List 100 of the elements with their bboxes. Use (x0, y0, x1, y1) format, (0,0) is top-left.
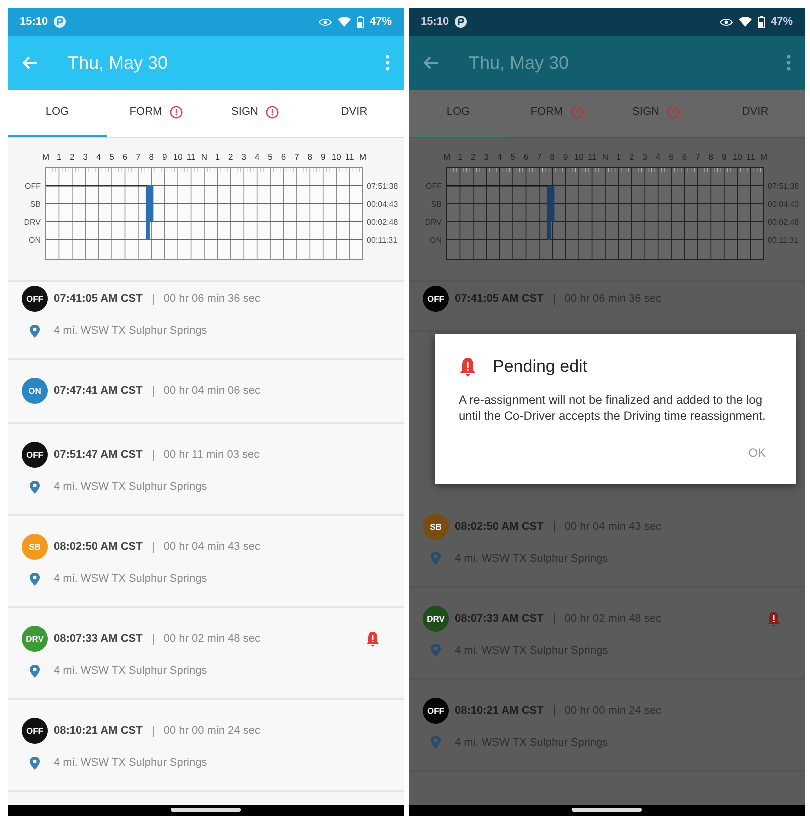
status-badge: DRV (22, 626, 48, 652)
hour-label: 3 (242, 152, 246, 162)
battery-percent: 47% (370, 14, 392, 30)
wifi-icon (738, 17, 752, 27)
more-options-icon[interactable] (787, 55, 791, 71)
location-pin-icon (30, 480, 40, 494)
hour-label: 6 (281, 152, 286, 162)
status-badge: OFF (22, 286, 48, 312)
hour-label: 4 (497, 152, 502, 162)
battery-percent: 47% (770, 14, 793, 30)
hour-label: 9 (564, 152, 568, 162)
hour-label: 9 (722, 152, 727, 162)
hour-label: 3 (484, 152, 489, 162)
hour-label: 2 (228, 152, 234, 162)
hour-label: M (443, 152, 451, 162)
dialog-title: Pending edit (493, 356, 588, 378)
status-badge: OFF (22, 718, 48, 744)
screen-title: Thu, May 30 (469, 52, 570, 75)
status-badge: ON (22, 378, 48, 404)
dialog-message: A re-assignment will not be finalized and added to the log until the Co-Driver accepts the Driving time reassignment. (459, 392, 767, 424)
hour-label: 11 (746, 152, 756, 162)
status-badge: SB (423, 514, 449, 540)
more-options-icon[interactable] (386, 55, 390, 71)
status-badge: SB (22, 534, 48, 560)
total-time: 00:04:43 (367, 200, 398, 209)
battery-icon (356, 16, 364, 28)
hour-label: 5 (268, 152, 273, 162)
hour-label: 4 (656, 152, 661, 162)
total-time: 00:02:48 (367, 218, 398, 227)
status-badge: OFF (423, 286, 449, 312)
hour-label: 6 (524, 152, 529, 162)
hour-label: 11 (588, 152, 597, 162)
status-badge: OFF (22, 442, 48, 468)
ok-button[interactable]: OK (742, 440, 772, 466)
status-time: 15:10 (421, 14, 450, 30)
hour-label: 11 (345, 152, 354, 162)
total-time: 07:51:38 (367, 182, 398, 191)
location-pin-icon (431, 736, 441, 750)
hour-label: 8 (308, 152, 313, 162)
hour-label: 7 (294, 152, 300, 162)
eye-icon (318, 18, 332, 26)
bell-alert-icon (459, 356, 477, 377)
home-indicator[interactable] (171, 808, 241, 812)
hour-label: 2 (70, 152, 75, 162)
battery-icon (758, 16, 765, 28)
hour-label: 10 (173, 152, 183, 162)
location-text: 4 mi. WSW TX Sulphur Springs (54, 664, 208, 679)
app-notification-icon (455, 16, 468, 28)
hour-label: M (359, 152, 367, 162)
hour-label: 4 (254, 152, 260, 162)
location-pin-icon (431, 644, 441, 658)
tab[interactable]: FORM (508, 90, 607, 137)
location-pin-icon (30, 664, 40, 678)
hour-label: 7 (136, 152, 141, 162)
back-arrow-icon[interactable] (423, 56, 439, 70)
tab[interactable]: FORM (107, 90, 206, 137)
hour-label: 1 (215, 152, 220, 162)
event-time: 08:02:50 AM CST (54, 540, 143, 555)
status-badge: OFF (423, 698, 449, 724)
hour-label: N (201, 152, 208, 162)
hour-label: 9 (321, 152, 326, 162)
event-duration: 00 hr 04 min 06 sec (164, 384, 260, 399)
hour-label: 5 (510, 152, 516, 162)
tab[interactable]: DVIR (706, 90, 805, 137)
event-time: 08:10:21 AM CST (455, 704, 544, 719)
hour-label: 7 (696, 152, 700, 162)
status-badge: DRV (423, 606, 449, 632)
wifi-icon (338, 17, 351, 27)
location-pin-icon (30, 324, 40, 338)
screen-title: Thu, May 30 (68, 52, 170, 75)
tab[interactable]: SIGN (206, 90, 305, 137)
event-time: 07:41:05 AM CST (455, 292, 544, 307)
hour-label: 1 (458, 152, 463, 162)
event-duration: 00 hr 06 min 36 sec (164, 292, 260, 307)
hour-label: 10 (574, 152, 584, 162)
event-time: 08:02:50 AM CST (455, 520, 544, 535)
hour-label: 11 (186, 152, 196, 162)
event-time: 08:10:21 AM CST (54, 724, 143, 739)
hour-label: N (602, 152, 609, 162)
tab[interactable]: DVIR (305, 90, 404, 137)
event-duration: 00 hr 02 min 48 sec (164, 632, 260, 647)
location-text: 4 mi. WSW TX Sulphur Springs (54, 572, 208, 587)
home-indicator[interactable] (572, 808, 642, 812)
hour-label: 8 (550, 152, 556, 162)
location-pin-icon (30, 756, 40, 770)
hour-label: 7 (537, 152, 542, 162)
hour-label: 1 (56, 152, 62, 162)
event-duration: 00 hr 04 min 43 sec (164, 540, 260, 555)
event-duration: 00 hr 11 min 03 sec (164, 448, 260, 463)
hour-label: 5 (669, 152, 674, 162)
event-duration: 00 hr 00 min 24 sec (164, 724, 260, 739)
hour-label: 3 (83, 152, 88, 162)
status-label: ON (29, 236, 41, 245)
tab[interactable]: SIGN (607, 90, 706, 137)
hour-label: 10 (332, 152, 342, 162)
status-time: 15:10 (20, 14, 48, 30)
event-time: 07:41:05 AM CST (54, 292, 143, 307)
status-label: OFF (25, 182, 41, 191)
event-time: 08:07:33 AM CST (54, 632, 143, 647)
hour-label: 2 (471, 152, 476, 162)
